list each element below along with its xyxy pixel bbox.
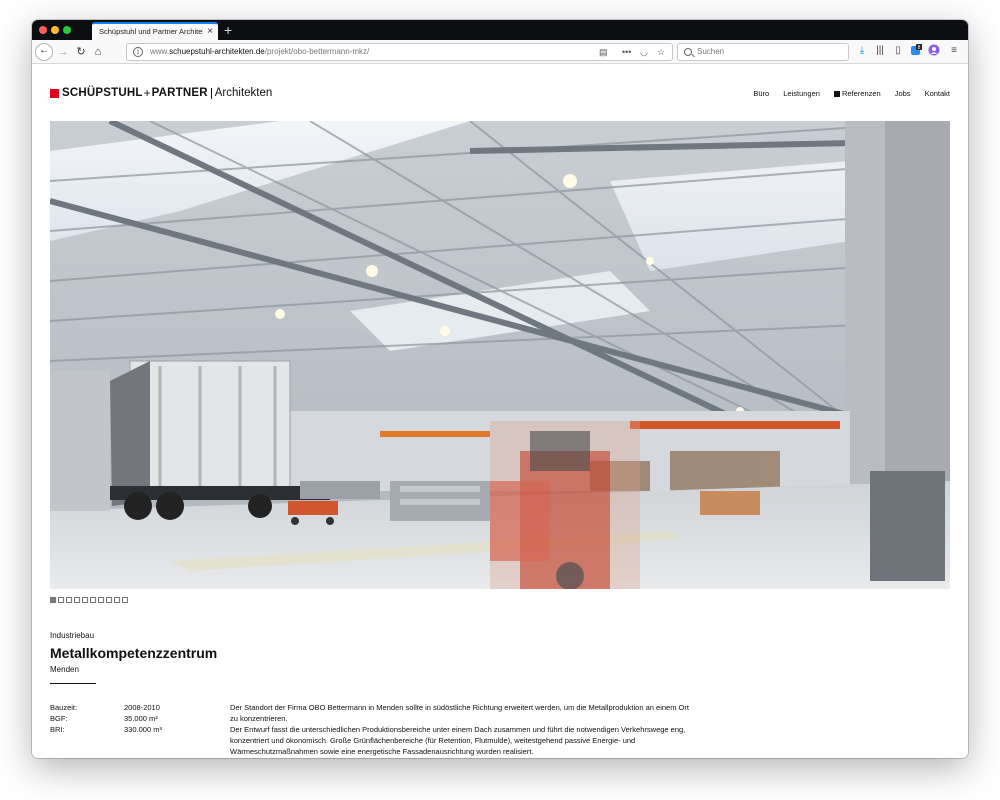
library-icon[interactable]: ||| (873, 44, 887, 58)
fact-value: 2008-2010 (124, 703, 160, 712)
fact-row: Bauzeit: 2008-2010 (50, 702, 162, 713)
gallery-dot[interactable] (122, 597, 128, 603)
tab-bar: Schüpstuhl und Partner Architekten × + (32, 20, 968, 40)
extension-badge: 8 (918, 45, 921, 51)
description-paragraph: Der Entwurf fasst die unterschiedlichen … (230, 725, 686, 756)
project-facts: Bauzeit: 2008-2010 BGF: 35.000 m² BRI: 330.… (50, 702, 162, 735)
extension-icon[interactable]: 8 (909, 44, 923, 58)
nav-item-kontakt[interactable]: Kontakt (925, 89, 950, 98)
gallery-dot[interactable] (82, 597, 88, 603)
fact-label: BRI: (50, 725, 65, 734)
main-navigation: Büro Leistungen Referenzen Jobs Kontakt (739, 89, 950, 98)
logo-text-architekten: Architekten (214, 87, 273, 99)
fact-row: BRI: 330.000 m³ (50, 724, 162, 735)
browser-tab[interactable]: Schüpstuhl und Partner Architekten × (92, 22, 218, 40)
page-actions-icon[interactable]: ••• (622, 47, 631, 58)
description-paragraph: Der Standort der Firma OBO Bettermann in… (230, 703, 689, 723)
nav-label: Leistungen (783, 89, 820, 98)
factory-hall-illustration (50, 121, 950, 589)
pocket-icon[interactable]: ◡ (640, 47, 648, 58)
navigation-toolbar: ← → ↻ ⌂ i www.schuepstuhl-architekten.de… (32, 40, 968, 64)
nav-label: Jobs (894, 89, 911, 98)
search-placeholder: Suchen (697, 47, 725, 56)
logo-text-schuepstuhl: SCHÜPSTUHL (62, 87, 143, 99)
nav-item-jobs[interactable]: Jobs (895, 89, 911, 98)
logo-divider (210, 87, 212, 99)
close-window-button[interactable] (39, 26, 47, 34)
url-text[interactable]: www.schuepstuhl-architekten.de/projekt/o… (150, 47, 369, 56)
back-arrow-icon: ← (39, 45, 49, 56)
reload-icon[interactable]: ↻ (74, 45, 88, 59)
logo-red-square (50, 88, 59, 98)
gallery-dot[interactable] (58, 597, 64, 603)
reader-view-icon[interactable]: ▤ (599, 47, 608, 58)
fact-value: 330.000 m³ (124, 725, 162, 734)
minimize-window-button[interactable] (51, 26, 59, 34)
bookmark-star-icon[interactable]: ☆ (657, 47, 665, 58)
site-info-icon[interactable]: i (133, 47, 143, 57)
logo-plus: + (143, 86, 151, 100)
nav-item-leistungen[interactable]: Leistungen (783, 89, 820, 98)
nav-label: Kontakt (924, 89, 950, 98)
logo-text-partner: PARTNER (151, 87, 208, 99)
project-hero-image[interactable] (50, 121, 950, 589)
nav-label: Referenzen (841, 89, 881, 98)
new-tab-button[interactable]: + (224, 21, 232, 39)
menu-icon[interactable]: ≡ (947, 44, 961, 58)
project-location: Menden (50, 665, 79, 674)
search-icon (684, 48, 692, 56)
nav-label: Büro (753, 89, 770, 98)
fact-label: BGF: (50, 714, 68, 723)
tab-title: Schüpstuhl und Partner Architekten (99, 27, 203, 36)
gallery-pagination (50, 597, 130, 603)
browser-window: Schüpstuhl und Partner Architekten × + ←… (32, 20, 968, 758)
project-category: Industriebau (50, 631, 95, 640)
account-icon[interactable] (927, 44, 941, 58)
nav-item-buero[interactable]: Büro (753, 89, 769, 98)
sidebar-icon[interactable]: ▯ (891, 44, 905, 58)
fact-label: Bauzeit: (50, 703, 78, 712)
title-underline (50, 683, 96, 684)
web-page: SCHÜPSTUHL + PARTNER Architekten Büro Le… (32, 65, 968, 758)
fact-value: 35.000 m² (124, 714, 158, 723)
gallery-dot[interactable] (66, 597, 72, 603)
gallery-dot[interactable] (114, 597, 120, 603)
active-marker-icon (833, 90, 840, 97)
back-button[interactable]: ← (35, 43, 53, 61)
close-tab-icon[interactable]: × (207, 25, 213, 39)
nav-item-referenzen[interactable]: Referenzen (833, 89, 881, 98)
forward-arrow-icon[interactable]: → (56, 45, 70, 59)
gallery-dot[interactable] (98, 597, 104, 603)
home-icon[interactable]: ⌂ (91, 45, 105, 59)
downloads-icon[interactable]: ⤓ (855, 44, 869, 58)
project-description: Der Standort der Firma OBO Bettermann in… (230, 702, 690, 757)
gallery-dot[interactable] (106, 597, 112, 603)
project-title: Metallkompetenzzentrum (50, 645, 218, 661)
site-logo[interactable]: SCHÜPSTUHL + PARTNER Architekten (50, 86, 272, 100)
gallery-dot[interactable] (90, 597, 96, 603)
gallery-dot[interactable] (50, 597, 56, 603)
address-bar[interactable]: i www.schuepstuhl-architekten.de/projekt… (126, 43, 673, 61)
search-bar[interactable]: Suchen (677, 43, 849, 61)
fact-row: BGF: 35.000 m² (50, 713, 162, 724)
gallery-dot[interactable] (74, 597, 80, 603)
zoom-window-button[interactable] (63, 26, 71, 34)
